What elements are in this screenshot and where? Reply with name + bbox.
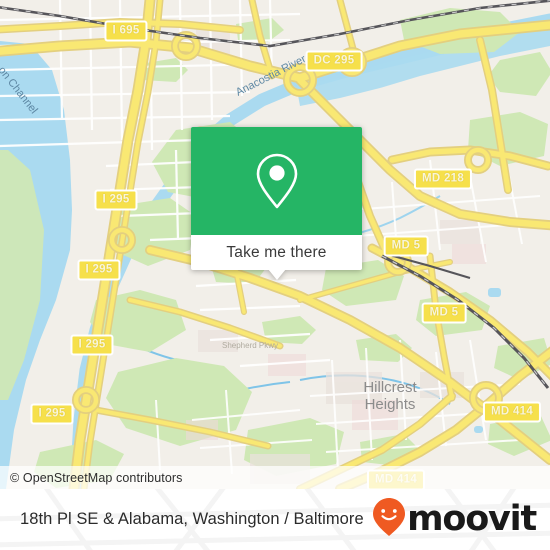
route-shield-label: I 295 (38, 407, 66, 420)
route-shield: MD 218 (413, 168, 473, 190)
attribution-text: © OpenStreetMap contributors (10, 470, 183, 485)
route-shield: DC 295 (305, 50, 363, 72)
moovit-wordmark: moovit (407, 499, 537, 539)
route-shield: I 295 (77, 259, 121, 281)
route-shield-label: I 295 (78, 338, 106, 351)
location-title: 18th Pl SE & Alabama, Washington / Balti… (20, 510, 364, 528)
location-popup-card[interactable]: Take me there (191, 127, 362, 280)
route-shield: I 295 (94, 189, 138, 211)
moovit-map-screenshot: Anacostia River on Channel Hillcrest Hei… (0, 0, 550, 550)
popup-pointer-tail (267, 269, 286, 280)
footer-content: 18th Pl SE & Alabama, Washington / Balti… (0, 489, 550, 550)
footer-bar: 18th Pl SE & Alabama, Washington / Balti… (0, 489, 550, 550)
route-shield-label: I 295 (85, 263, 113, 276)
minor-place-label: Shepherd Pkwy (222, 341, 278, 350)
route-shield-label: MD 414 (490, 405, 534, 418)
route-shield: MD 5 (383, 235, 429, 257)
map-pin-icon (255, 152, 299, 210)
take-me-there-label: Take me there (226, 243, 327, 261)
place-label-hillcrest-heights: Hillcrest Heights (363, 379, 417, 413)
route-shield-label: MD 5 (429, 306, 459, 319)
svg-text:Hillcrest: Hillcrest (363, 379, 417, 396)
route-shield: MD 5 (421, 302, 467, 324)
moovit-pin-smiley-icon (372, 497, 406, 542)
route-shield: I 295 (30, 403, 74, 425)
route-shield-label: I 295 (102, 193, 130, 206)
route-shield: I 695 (104, 20, 148, 42)
moovit-logo[interactable]: moovit (372, 497, 537, 542)
route-shield-label: DC 295 (313, 54, 355, 67)
map-attribution[interactable]: © OpenStreetMap contributors (0, 466, 550, 489)
route-shield-label: MD 218 (421, 172, 465, 185)
svg-text:Heights: Heights (365, 396, 416, 413)
popup-action-bar[interactable]: Take me there (191, 235, 362, 280)
popup-icon-area (191, 127, 362, 235)
route-shield-label: MD 5 (391, 239, 421, 252)
route-shield: I 295 (70, 334, 114, 356)
route-shield-label: I 695 (112, 24, 140, 37)
route-shield: MD 414 (482, 401, 542, 423)
